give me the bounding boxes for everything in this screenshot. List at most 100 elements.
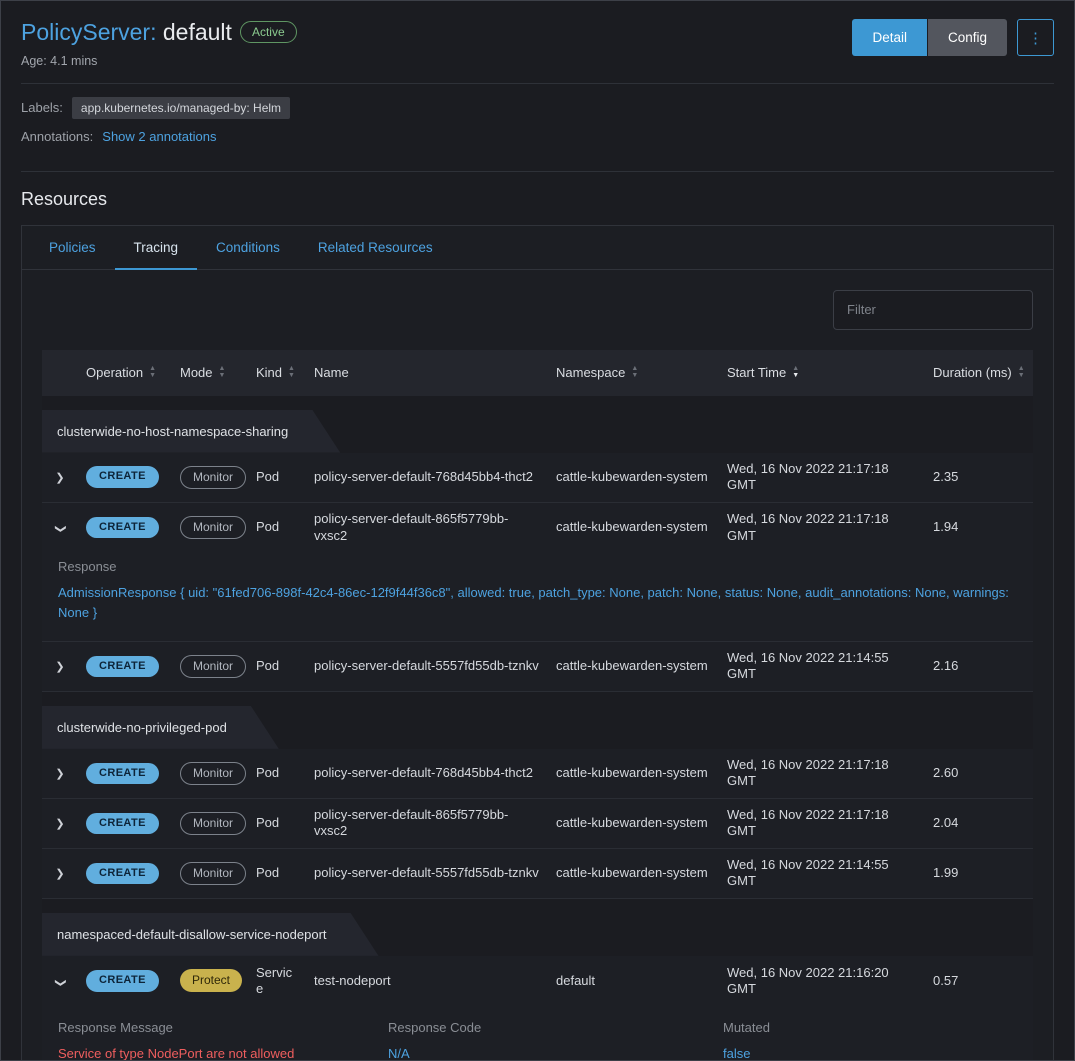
resources-heading: Resources bbox=[21, 189, 1054, 210]
kebab-menu-button[interactable]: ⋮ bbox=[1017, 19, 1054, 56]
table-row[interactable]: CREATE Protect Service test-nodeport def… bbox=[42, 956, 1033, 1006]
page-header: PolicyServer: defaultActive Age: 4.1 min… bbox=[21, 19, 1054, 68]
kebab-icon: ⋮ bbox=[1028, 30, 1043, 47]
tab-bar: Policies Tracing Conditions Related Reso… bbox=[22, 226, 1053, 270]
table-row[interactable]: CREATE Monitor Pod policy-server-default… bbox=[42, 749, 1033, 799]
sort-icon bbox=[1018, 366, 1025, 379]
tab-related-resources[interactable]: Related Resources bbox=[299, 226, 452, 269]
expand-chevron-icon[interactable] bbox=[55, 818, 64, 832]
table-row[interactable]: CREATE Monitor Pod policy-server-default… bbox=[42, 799, 1033, 849]
collapse-chevron-icon[interactable] bbox=[53, 978, 67, 987]
column-name[interactable]: Name bbox=[306, 357, 548, 388]
kind-cell: Service bbox=[248, 957, 306, 1006]
field-label: Response Message bbox=[58, 1020, 388, 1035]
sort-icon bbox=[219, 366, 226, 379]
tab-tracing[interactable]: Tracing bbox=[115, 226, 198, 269]
column-duration[interactable]: Duration (ms) bbox=[925, 357, 1033, 388]
column-mode[interactable]: Mode bbox=[172, 357, 248, 388]
start-time-cell: Wed, 16 Nov 2022 21:14:55 GMT bbox=[719, 849, 925, 898]
table-row[interactable]: CREATE Monitor Pod policy-server-default… bbox=[42, 453, 1033, 503]
tab-policies[interactable]: Policies bbox=[30, 226, 115, 269]
response-label: Response bbox=[58, 559, 1017, 574]
expand-chevron-icon[interactable] bbox=[55, 868, 64, 882]
column-namespace[interactable]: Namespace bbox=[548, 357, 719, 388]
operation-badge: CREATE bbox=[86, 863, 159, 885]
namespace-cell: default bbox=[548, 965, 719, 997]
status-badge: Active bbox=[240, 21, 297, 43]
kind-cell: Pod bbox=[248, 650, 306, 682]
expand-chevron-icon[interactable] bbox=[55, 768, 64, 782]
mode-badge: Monitor bbox=[180, 466, 246, 489]
name-cell: policy-server-default-5557fd55db-tznkv bbox=[306, 857, 548, 889]
expand-column-header bbox=[42, 365, 78, 381]
divider bbox=[21, 171, 1054, 172]
annotations-row: Annotations: Show 2 annotations bbox=[21, 129, 1054, 144]
mutated-field: Mutated false bbox=[723, 1020, 1017, 1061]
kind-cell: Pod bbox=[248, 807, 306, 839]
table-row[interactable]: CREATE Monitor Pod policy-server-default… bbox=[42, 503, 1033, 553]
start-time-cell: Wed, 16 Nov 2022 21:17:18 GMT bbox=[719, 453, 925, 502]
column-start-time[interactable]: Start Time bbox=[719, 357, 925, 388]
header-actions: Detail Config ⋮ bbox=[852, 19, 1054, 56]
field-value: N/A bbox=[388, 1044, 723, 1061]
resource-name: default bbox=[163, 19, 232, 45]
operation-badge: CREATE bbox=[86, 656, 159, 678]
mode-badge: Monitor bbox=[180, 812, 246, 835]
operation-badge: CREATE bbox=[86, 763, 159, 785]
duration-cell: 1.94 bbox=[925, 511, 1033, 543]
table-row[interactable]: CREATE Monitor Pod policy-server-default… bbox=[42, 849, 1033, 899]
mode-badge: Monitor bbox=[180, 655, 246, 678]
namespace-cell: cattle-kubewarden-system bbox=[548, 857, 719, 889]
page: PolicyServer: defaultActive Age: 4.1 min… bbox=[0, 0, 1075, 1061]
title-block: PolicyServer: defaultActive Age: 4.1 min… bbox=[21, 19, 297, 68]
sort-icon bbox=[288, 366, 295, 379]
start-time-cell: Wed, 16 Nov 2022 21:17:18 GMT bbox=[719, 503, 925, 552]
group-tab: clusterwide-no-privileged-pod bbox=[42, 706, 279, 749]
name-cell: test-nodeport bbox=[306, 965, 548, 997]
tab-conditions[interactable]: Conditions bbox=[197, 226, 299, 269]
field-value: false bbox=[723, 1044, 1017, 1061]
sort-icon bbox=[631, 366, 638, 379]
filter-input[interactable] bbox=[833, 290, 1033, 330]
config-button[interactable]: Config bbox=[928, 19, 1007, 56]
name-cell: policy-server-default-865f5779bb-vxsc2 bbox=[306, 503, 548, 552]
field-label: Response Code bbox=[388, 1020, 723, 1035]
group-tab: clusterwide-no-host-namespace-sharing bbox=[42, 410, 340, 453]
collapse-chevron-icon[interactable] bbox=[53, 524, 67, 533]
detail-fields-grid: Response Message Service of type NodePor… bbox=[58, 1012, 1017, 1061]
name-cell: policy-server-default-5557fd55db-tznkv bbox=[306, 650, 548, 682]
duration-cell: 2.35 bbox=[925, 461, 1033, 493]
namespace-cell: cattle-kubewarden-system bbox=[548, 511, 719, 543]
duration-cell: 2.60 bbox=[925, 757, 1033, 789]
detail-button[interactable]: Detail bbox=[852, 19, 927, 56]
kind-cell: Pod bbox=[248, 461, 306, 493]
show-annotations-link[interactable]: Show 2 annotations bbox=[102, 129, 216, 144]
column-kind[interactable]: Kind bbox=[248, 357, 306, 388]
row-detail-fields: Response Message Service of type NodePor… bbox=[42, 1006, 1033, 1061]
filter-row bbox=[42, 290, 1033, 330]
response-message-field: Response Message Service of type NodePor… bbox=[58, 1020, 388, 1061]
resources-panel: Policies Tracing Conditions Related Reso… bbox=[21, 225, 1054, 1061]
operation-badge: CREATE bbox=[86, 466, 159, 488]
name-cell: policy-server-default-768d45bb4-thct2 bbox=[306, 757, 548, 789]
labels-row: Labels: app.kubernetes.io/managed-by: He… bbox=[21, 97, 1054, 119]
column-operation[interactable]: Operation bbox=[78, 357, 172, 388]
annotations-label: Annotations: bbox=[21, 129, 93, 144]
expand-chevron-icon[interactable] bbox=[55, 472, 64, 486]
labels-label: Labels: bbox=[21, 100, 63, 115]
start-time-cell: Wed, 16 Nov 2022 21:17:18 GMT bbox=[719, 799, 925, 848]
resource-type: PolicyServer: bbox=[21, 19, 156, 45]
expand-chevron-icon[interactable] bbox=[55, 661, 64, 675]
table-row[interactable]: CREATE Monitor Pod policy-server-default… bbox=[42, 642, 1033, 692]
group-header: clusterwide-no-host-namespace-sharing bbox=[42, 396, 1033, 453]
mode-badge: Protect bbox=[180, 969, 242, 992]
operation-badge: CREATE bbox=[86, 813, 159, 835]
duration-cell: 2.04 bbox=[925, 807, 1033, 839]
duration-cell: 0.57 bbox=[925, 965, 1033, 997]
group-tab: namespaced-default-disallow-service-node… bbox=[42, 913, 379, 956]
start-time-cell: Wed, 16 Nov 2022 21:17:18 GMT bbox=[719, 749, 925, 798]
operation-badge: CREATE bbox=[86, 517, 159, 539]
response-value: AdmissionResponse { uid: "61fed706-898f-… bbox=[58, 583, 1017, 623]
start-time-cell: Wed, 16 Nov 2022 21:16:20 GMT bbox=[719, 957, 925, 1006]
namespace-cell: cattle-kubewarden-system bbox=[548, 757, 719, 789]
